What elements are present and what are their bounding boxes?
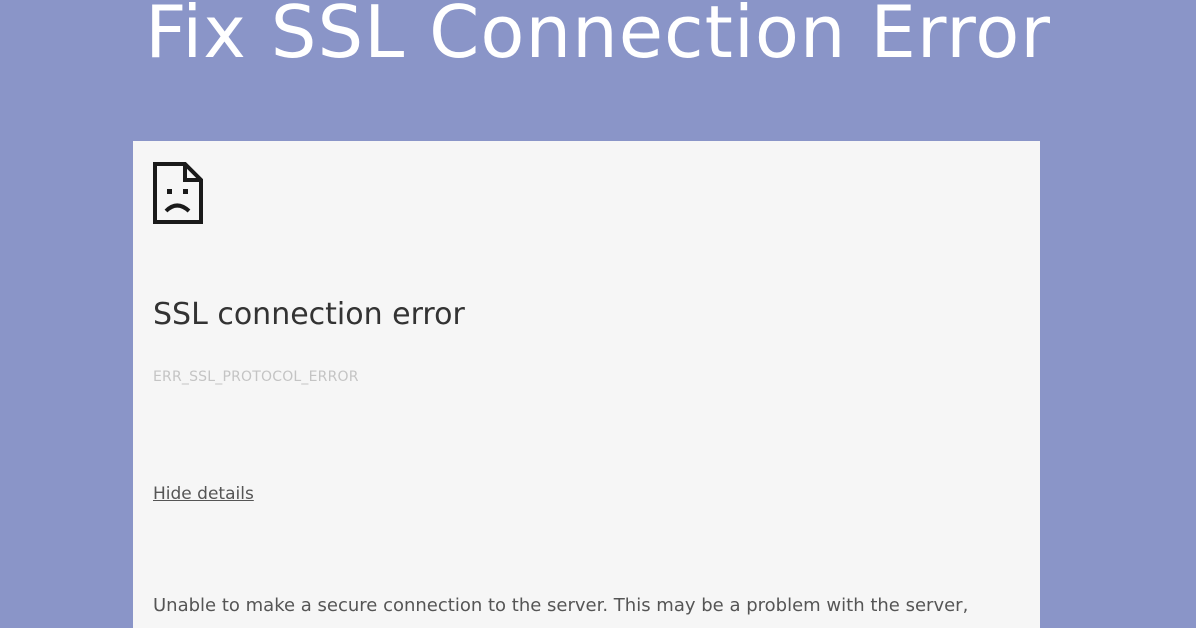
banner-title: Fix SSL Connection Error xyxy=(145,0,1051,74)
sad-page-icon xyxy=(152,161,204,225)
error-code: ERR_SSL_PROTOCOL_ERROR xyxy=(153,369,359,385)
error-panel: SSL connection error ERR_SSL_PROTOCOL_ER… xyxy=(133,141,1040,628)
error-heading: SSL connection error xyxy=(153,297,465,332)
error-description: Unable to make a secure connection to th… xyxy=(153,595,969,616)
hide-details-link[interactable]: Hide details xyxy=(153,483,254,505)
